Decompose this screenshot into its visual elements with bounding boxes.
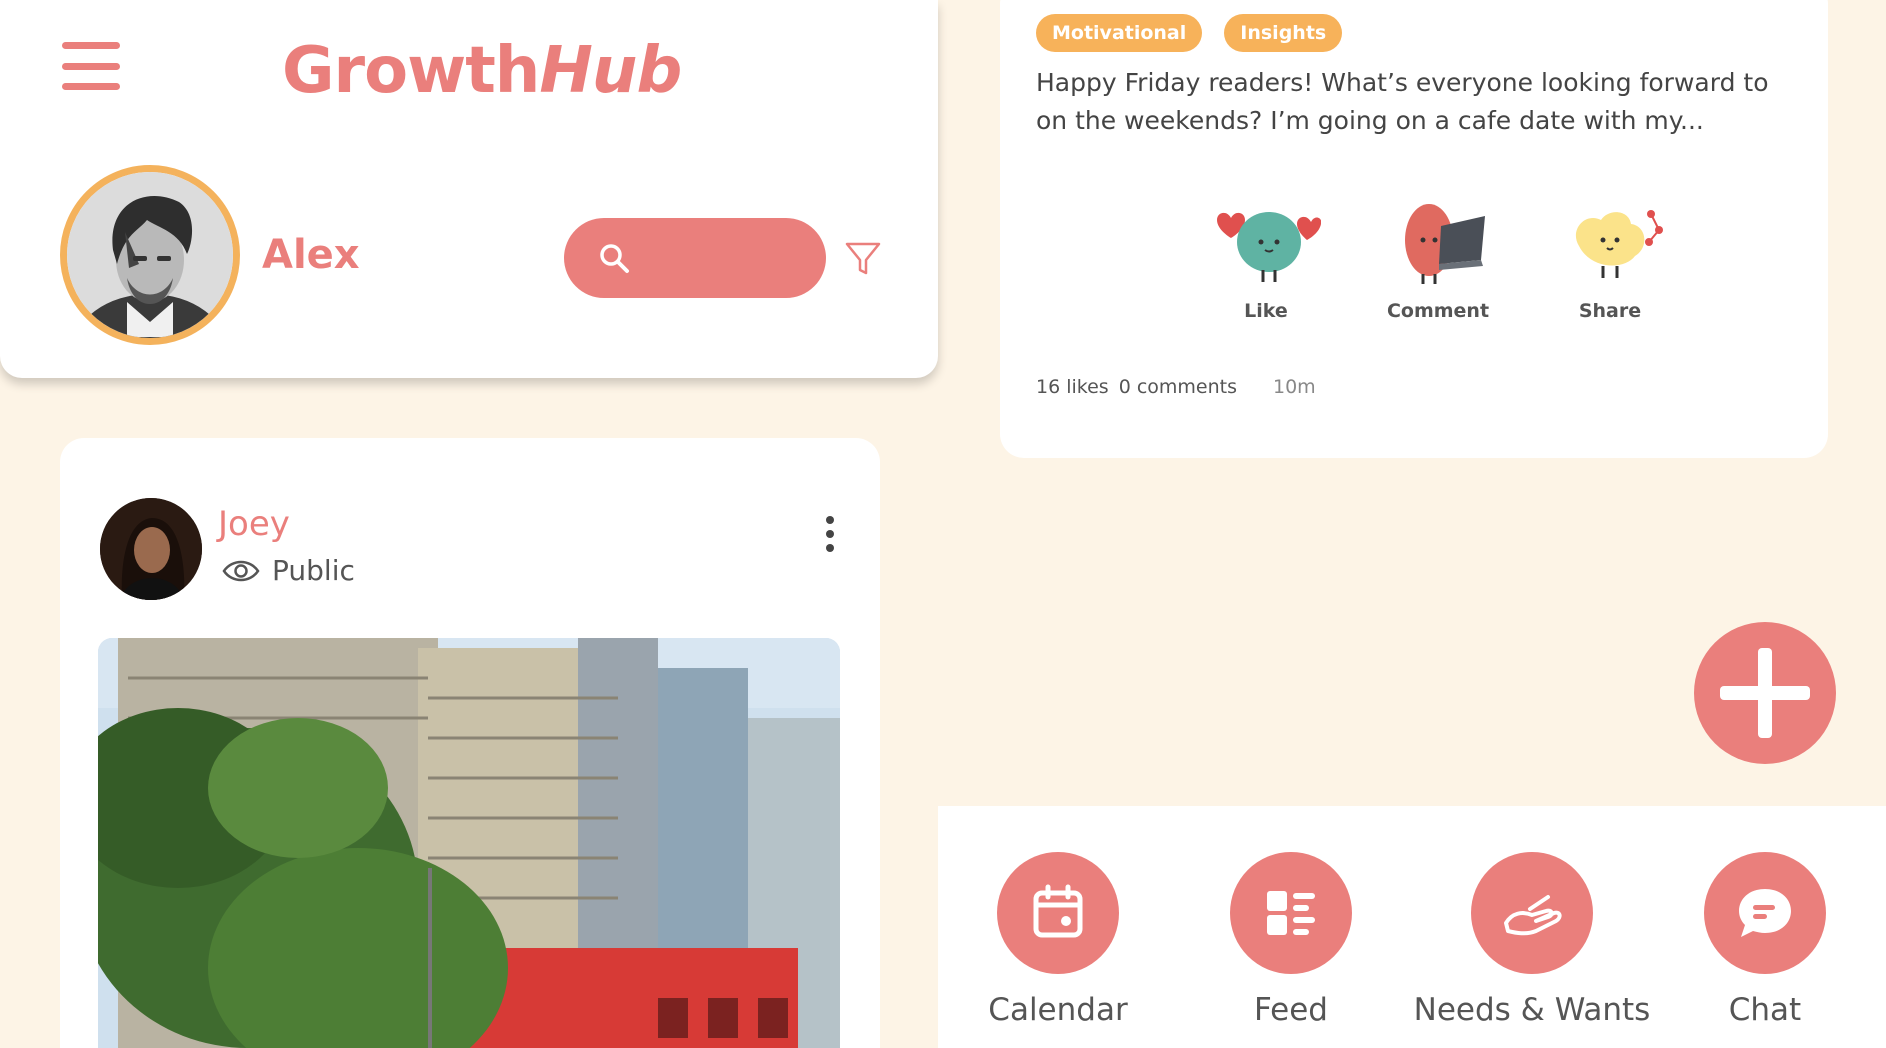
reaction-bar: Like Comment Share: [1180, 190, 1696, 322]
post-author-avatar[interactable]: [100, 498, 202, 600]
comment-mascot-icon: [1405, 204, 1485, 284]
like-mascot-icon: [1217, 212, 1322, 282]
share-mascot-icon: [1575, 210, 1663, 278]
nav-calendar-label: Calendar: [988, 992, 1128, 1028]
post-stats: 16 likes 0 comments 10m: [1036, 376, 1316, 398]
nav-feed-label: Feed: [1254, 992, 1328, 1028]
post-author-name[interactable]: Joey: [218, 504, 290, 544]
hamburger-menu-icon[interactable]: [62, 42, 120, 90]
header-card: GrowthHub Alex: [0, 0, 938, 378]
bottom-nav: Calendar Feed Needs & Wants Chat: [938, 806, 1886, 1048]
chat-icon: [1739, 889, 1791, 937]
search-icon: [600, 244, 629, 273]
post-card: Joey Public: [60, 438, 880, 1048]
nav-chat-label: Chat: [1728, 992, 1802, 1028]
like-button[interactable]: Like: [1180, 190, 1352, 322]
app-logo: GrowthHub: [282, 34, 682, 108]
tag-insights[interactable]: Insights: [1224, 14, 1343, 52]
nav-feed[interactable]: Feed: [1171, 852, 1411, 1028]
search-bar[interactable]: [564, 218, 826, 298]
post-text: Happy Friday readers! What’s everyone lo…: [1036, 68, 1769, 135]
comment-button[interactable]: Comment: [1352, 190, 1524, 322]
comments-count[interactable]: 0 comments: [1119, 376, 1237, 398]
add-post-button[interactable]: [1694, 622, 1836, 764]
eye-icon: [222, 560, 260, 581]
tag-motivational[interactable]: Motivational: [1036, 14, 1203, 52]
visibility-label: Public: [272, 554, 355, 587]
share-label: Share: [1578, 300, 1642, 322]
search-input[interactable]: [636, 238, 806, 278]
post-image: [98, 638, 840, 1048]
featured-post-card: Motivational Insights Happy Friday reade…: [1000, 0, 1828, 458]
share-button[interactable]: Share: [1524, 190, 1696, 322]
nav-needs-wants[interactable]: Needs & Wants: [1412, 852, 1652, 1028]
hand-icon: [1504, 895, 1562, 936]
comment-label: Comment: [1386, 300, 1490, 322]
post-visibility: Public: [222, 554, 355, 587]
feed-icon: [1267, 891, 1315, 935]
more-vertical-icon[interactable]: [824, 516, 836, 552]
post-time: 10m: [1273, 376, 1316, 398]
nav-chat[interactable]: Chat: [1645, 852, 1885, 1028]
filter-icon[interactable]: [844, 240, 882, 278]
likes-count[interactable]: 16 likes: [1036, 376, 1109, 398]
calendar-icon: [1033, 884, 1083, 938]
like-label: Like: [1244, 300, 1288, 322]
post-tags: Motivational Insights: [1036, 14, 1343, 52]
nav-calendar[interactable]: Calendar: [938, 852, 1178, 1028]
avatar[interactable]: [60, 165, 240, 345]
user-name: Alex: [262, 232, 360, 278]
nav-needs-wants-label: Needs & Wants: [1413, 992, 1651, 1028]
